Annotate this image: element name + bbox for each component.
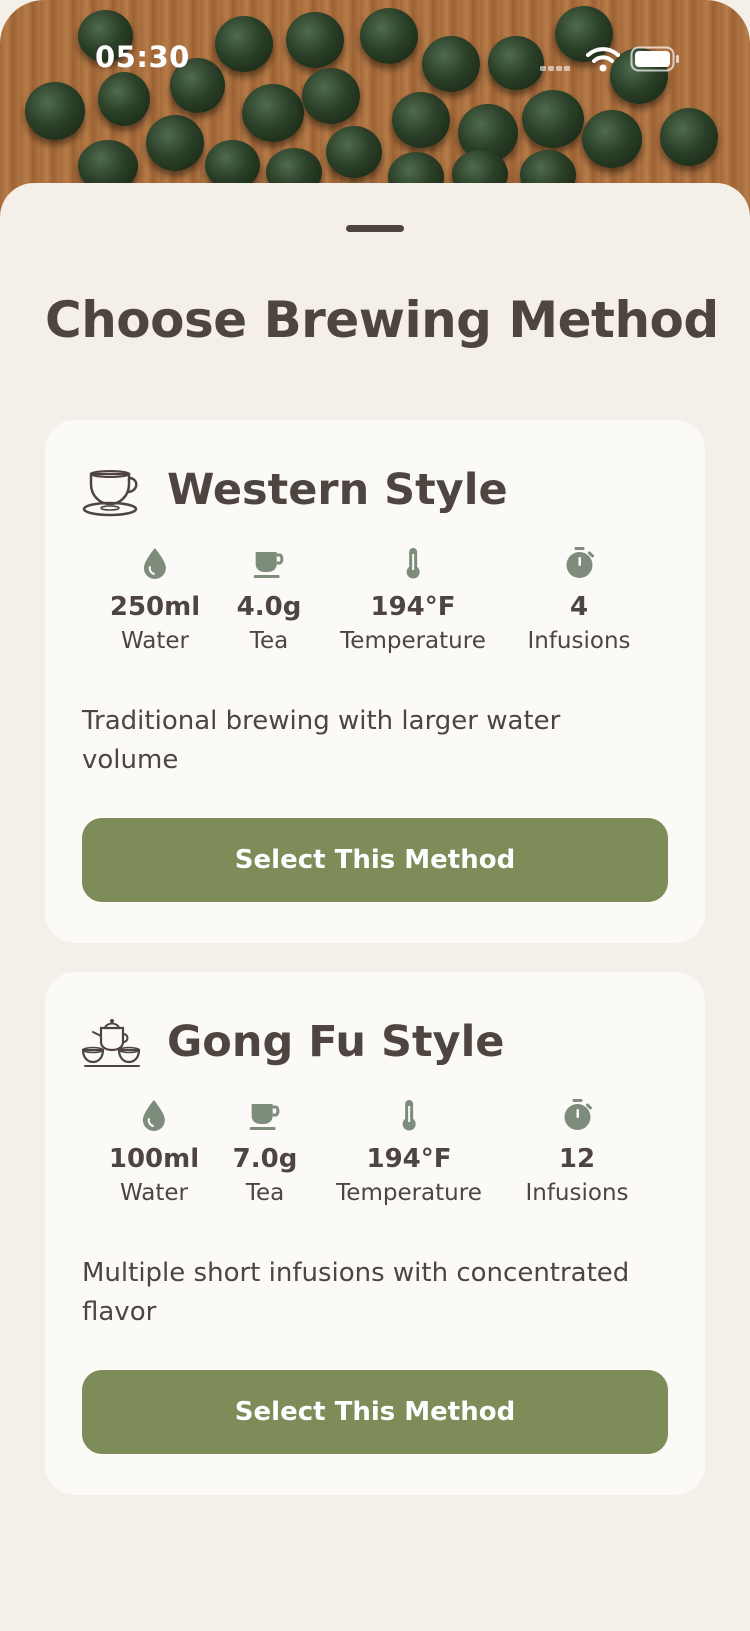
method-title: Gong Fu Style: [167, 1017, 505, 1067]
tea-cup-icon: [253, 552, 284, 578]
select-method-button-gongfu[interactable]: Select This Method: [82, 1370, 668, 1454]
stat-value: 4: [569, 592, 589, 622]
thermometer-icon: [406, 548, 420, 579]
tea-pellet: [582, 110, 642, 168]
stat-label: Tea: [245, 1180, 285, 1206]
tea-pellet: [660, 108, 718, 166]
stat-value: 7.0g: [232, 1144, 298, 1174]
stat-water: 250ml Water: [110, 546, 200, 654]
stat-value: 12: [558, 1144, 596, 1174]
tea-pellet: [326, 126, 382, 178]
card-header: Western Style: [81, 462, 508, 518]
teapot-set-icon: [81, 1019, 141, 1067]
page-title: Choose Brewing Method: [45, 291, 719, 349]
teacup-icon: [82, 470, 138, 517]
cellular-signal-icon: [540, 66, 570, 71]
stat-value: 250ml: [109, 592, 201, 622]
status-bar: 05:30: [0, 0, 750, 110]
wifi-icon: [586, 47, 620, 72]
thermometer-icon: [402, 1100, 416, 1131]
tea-pellet: [146, 115, 204, 171]
stat-value: 194°F: [370, 592, 456, 622]
water-drop-icon: [143, 1100, 165, 1131]
method-card-western: Western Style 250ml Water 4.0g Tea 194°F…: [45, 420, 705, 943]
stat-water: 100ml Water: [109, 1098, 199, 1206]
stat-infusions: 4 Infusions: [527, 546, 631, 654]
status-time: 05:30: [95, 40, 190, 74]
select-method-button-western[interactable]: Select This Method: [82, 818, 668, 902]
stat-label: Temperature: [340, 628, 486, 654]
water-drop-icon: [144, 548, 166, 579]
stat-tea: 7.0g Tea: [232, 1098, 298, 1206]
stat-tea: 4.0g Tea: [236, 546, 302, 654]
stat-label: Infusions: [527, 628, 631, 654]
sheet-grabber-handle[interactable]: [346, 225, 404, 232]
stat-label: Tea: [249, 628, 289, 654]
stat-label: Temperature: [336, 1180, 482, 1206]
stat-infusions: 12 Infusions: [525, 1098, 629, 1206]
method-card-gongfu: Gong Fu Style 100ml Water 7.0g Tea 194°F…: [45, 972, 705, 1495]
stat-temperature: 194°F Temperature: [336, 1098, 482, 1206]
brewing-method-sheet: Choose Brewing Method Western Style 250m…: [0, 183, 750, 1631]
card-header: Gong Fu Style: [81, 1014, 504, 1070]
stat-label: Water: [120, 1180, 188, 1206]
method-description: Multiple short infusions with concentrat…: [82, 1258, 630, 1327]
method-description: Traditional brewing with larger water vo…: [82, 706, 561, 775]
stat-value: 4.0g: [236, 592, 302, 622]
stopwatch-icon: [565, 547, 594, 578]
stat-label: Infusions: [525, 1180, 629, 1206]
stat-temperature: 194°F Temperature: [340, 546, 486, 654]
tea-cup-icon: [249, 1104, 280, 1130]
stopwatch-icon: [563, 1099, 592, 1130]
battery-icon: [630, 46, 679, 72]
method-title: Western Style: [167, 465, 508, 515]
stat-value: 194°F: [366, 1144, 452, 1174]
stat-label: Water: [121, 628, 189, 654]
stat-value: 100ml: [108, 1144, 200, 1174]
